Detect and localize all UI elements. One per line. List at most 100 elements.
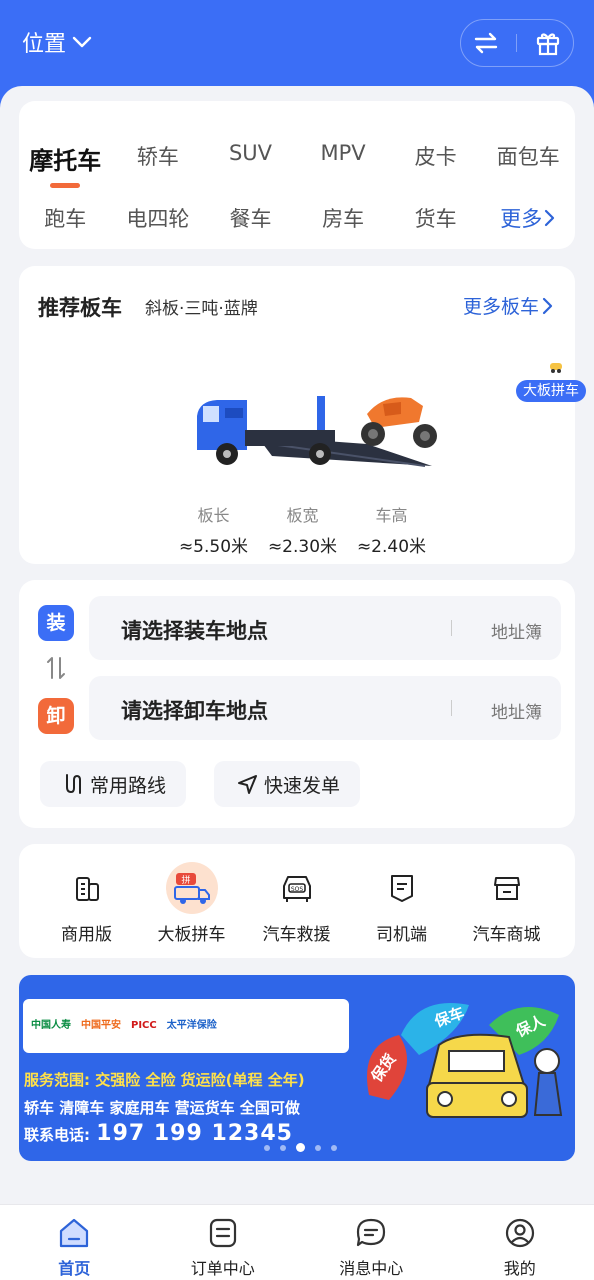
service-label: 司机端: [376, 925, 427, 945]
common-routes-button[interactable]: 常用路线: [40, 761, 187, 807]
vehicle-type-sedan[interactable]: 轿车: [112, 141, 205, 176]
location-selector[interactable]: 位置: [22, 26, 92, 58]
service-commercial[interactable]: 商用版: [34, 862, 139, 945]
recommend-subtitle: 斜板·三吨·蓝牌: [145, 299, 258, 319]
banner-phone: 联系电话: 197 199 12345: [24, 1121, 293, 1146]
vehicle-type-motorcycle[interactable]: 摩托车: [19, 141, 112, 188]
chevron-right-icon: [545, 209, 555, 227]
vehicle-type-card: 摩托车 轿车 SUV MPV 皮卡 面包车 跑车 电四轮 餐车 房车 货车 更多: [19, 101, 575, 249]
service-shortcuts-card: 商用版 拼 大板拼车 SOS 汽车救援 司机端 汽车商城: [19, 844, 575, 958]
chevron-right-icon: [542, 297, 553, 314]
service-rescue[interactable]: SOS 汽车救援: [244, 862, 349, 945]
profile-icon: [505, 1218, 534, 1248]
service-label: 汽车商城: [472, 925, 541, 945]
spec-label: 板宽: [286, 506, 319, 525]
more-flatbeds-label: 更多板车: [462, 296, 539, 318]
more-label: 更多: [500, 207, 543, 231]
header-actions: [460, 19, 574, 67]
nav-home[interactable]: 首页: [0, 1205, 149, 1280]
spec-label: 车高: [375, 506, 408, 525]
load-location-field[interactable]: 请选择装车地点 地址簿: [89, 596, 561, 660]
nav-label: 我的: [503, 1259, 536, 1278]
unload-badge: 卸: [38, 698, 74, 734]
swap-vertical-icon[interactable]: [45, 654, 67, 682]
load-badge: 装: [38, 605, 74, 641]
unload-location-field[interactable]: 请选择卸车地点 地址簿: [89, 676, 561, 740]
spec-label: 板长: [197, 506, 230, 525]
nav-label: 消息中心: [339, 1259, 404, 1278]
nav-orders[interactable]: 订单中心: [149, 1205, 298, 1280]
svg-text:SOS: SOS: [290, 886, 303, 893]
swap-icon: [474, 32, 498, 54]
driver-icon: [376, 862, 428, 914]
unload-location-placeholder: 请选择卸车地点: [121, 699, 268, 723]
field-divider: [451, 620, 452, 636]
quick-order-label: 快速发单: [264, 774, 341, 797]
banner-scope: 服务范围: 交强险 全险 货运险(单程 全年): [24, 1069, 305, 1090]
spec-bed-length: 板长 ≈5.50米: [169, 502, 258, 557]
vehicle-type-pickup[interactable]: 皮卡: [389, 141, 482, 176]
insurance-banner[interactable]: 中国人寿 中国平安 PICC 太平洋保险 服务范围: 交强险 全险 货运险(单程…: [19, 975, 575, 1161]
page-dot[interactable]: [315, 1144, 321, 1151]
spec-bed-width: 板宽 ≈2.30米: [258, 502, 347, 557]
home-icon: [60, 1218, 89, 1248]
vehicle-type-van[interactable]: 面包车: [482, 141, 575, 176]
service-driver[interactable]: 司机端: [349, 862, 454, 945]
address-book-link[interactable]: 地址簿: [491, 618, 542, 643]
spec-value: ≈2.40米: [356, 537, 427, 557]
service-shop[interactable]: 汽车商城: [454, 862, 559, 945]
scope-items: 交强险 全险 货运险(单程 全年): [95, 1071, 305, 1089]
flatbed-specs: 板长 ≈5.50米 板宽 ≈2.30米 车高 ≈2.40米: [169, 502, 436, 557]
header-divider: [516, 34, 518, 52]
vehicle-type-more-button[interactable]: 更多: [482, 203, 575, 233]
address-book-link[interactable]: 地址簿: [491, 698, 542, 723]
field-divider: [451, 700, 452, 716]
carpool-truck-icon: 拼: [165, 862, 218, 914]
carpool-floating-tag[interactable]: 大板拼车: [516, 380, 586, 402]
insurer-ping-an: 中国平安: [81, 1020, 121, 1031]
shop-icon: [481, 862, 533, 914]
service-label: 商用版: [61, 925, 112, 945]
more-flatbeds-link[interactable]: 更多板车: [463, 292, 555, 319]
nav-profile[interactable]: 我的: [446, 1205, 594, 1280]
message-icon: [357, 1218, 386, 1247]
page-dot[interactable]: [280, 1144, 286, 1151]
sos-car-icon: SOS: [271, 862, 323, 914]
nav-messages[interactable]: 消息中心: [297, 1205, 446, 1280]
service-label: 大板拼车: [157, 925, 226, 945]
load-location-placeholder: 请选择装车地点: [121, 619, 268, 643]
gift-button[interactable]: [528, 23, 568, 63]
carpool-float-icon: [550, 363, 562, 373]
quick-order-button[interactable]: 快速发单: [214, 761, 361, 807]
vehicle-type-truck[interactable]: 货车: [389, 203, 482, 233]
address-card: 装 卸 请选择装车地点 地址簿 请选择卸车地点 地址簿 常用路线 快速发单: [19, 580, 575, 828]
swap-button[interactable]: [466, 23, 506, 63]
service-shortcuts-row: 商用版 拼 大板拼车 SOS 汽车救援 司机端 汽车商城: [34, 862, 559, 945]
vehicle-type-mpv[interactable]: MPV: [297, 141, 390, 176]
vehicle-type-row: 摩托车 轿车 SUV MPV 皮卡 面包车: [19, 141, 575, 188]
recommend-title: 推荐板车: [38, 296, 122, 320]
vehicle-type-food-truck[interactable]: 餐车: [204, 203, 297, 233]
service-carpool[interactable]: 拼 大板拼车: [139, 862, 244, 945]
building-icon: [61, 862, 113, 914]
page-dot[interactable]: [331, 1144, 337, 1151]
send-arrow-icon: [238, 775, 257, 794]
spec-value: ≈2.30米: [267, 537, 338, 557]
chevron-down-icon: [72, 36, 92, 48]
nav-label: 首页: [58, 1259, 91, 1278]
vehicle-type-rv[interactable]: 房车: [297, 203, 390, 233]
page-dot[interactable]: [264, 1144, 270, 1151]
umbrella-car-illustration: 保车 保人 保货: [367, 1003, 563, 1118]
vehicle-type-suv[interactable]: SUV: [204, 141, 297, 176]
vehicle-type-sports-car[interactable]: 跑车: [19, 203, 112, 233]
gift-icon: [536, 33, 559, 56]
nav-label: 订单中心: [190, 1259, 255, 1278]
recommend-flatbed-card: 推荐板车 斜板·三吨·蓝牌 更多板车 板长 ≈5.50米 板宽 ≈2.30米 车…: [19, 266, 575, 564]
insurer-cpic: 太平洋保险: [166, 1020, 217, 1031]
vehicle-type-electric-quad[interactable]: 电四轮: [112, 203, 205, 233]
vehicle-type-row: 跑车 电四轮 餐车 房车 货车 更多: [19, 203, 575, 233]
phone-label: 联系电话:: [24, 1126, 90, 1144]
insurer-logos: 中国人寿 中国平安 PICC 太平洋保险: [23, 999, 349, 1053]
page-dot-active[interactable]: [296, 1143, 305, 1152]
location-label: 位置: [22, 32, 67, 57]
